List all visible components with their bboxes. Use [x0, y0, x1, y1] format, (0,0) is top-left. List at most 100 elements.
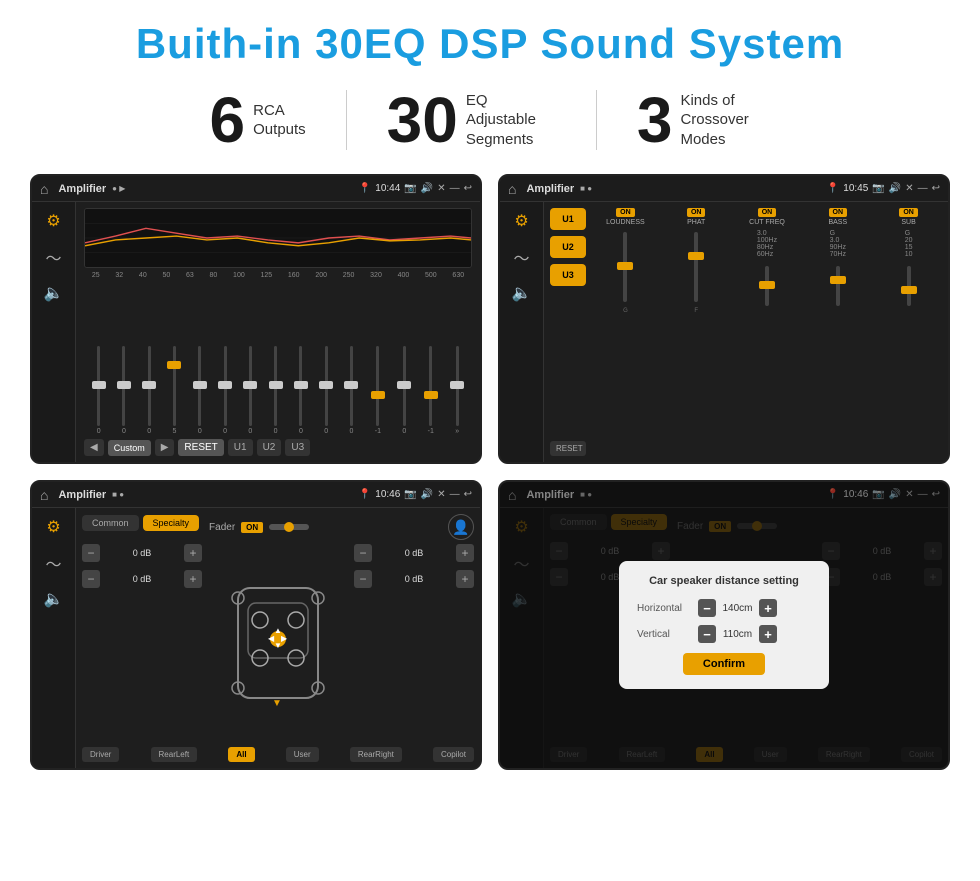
- fader-close-icon[interactable]: ✕: [437, 489, 445, 500]
- db-minus-1[interactable]: −: [82, 544, 100, 562]
- fader-left-controls: − 0 dB + − 0 dB +: [82, 544, 202, 741]
- all-btn[interactable]: All: [228, 747, 254, 762]
- fader-minimize-icon[interactable]: —: [450, 489, 460, 500]
- eq-prev-btn[interactable]: ◀: [84, 439, 104, 456]
- bass-value: G3.090Hz70Hz: [830, 230, 846, 258]
- fader-sidebar-filter[interactable]: ⚙: [40, 516, 68, 538]
- preset-u2[interactable]: U2: [550, 236, 586, 258]
- eq-u3-btn[interactable]: U3: [285, 439, 310, 456]
- rearleft-btn[interactable]: RearLeft: [151, 747, 198, 762]
- dialog-vertical-stepper: − 110cm +: [698, 625, 777, 643]
- cutfreq-on[interactable]: ON: [758, 208, 777, 217]
- phat-fader[interactable]: [694, 232, 698, 302]
- bass-on[interactable]: ON: [829, 208, 848, 217]
- fader-location-icon: 📍: [359, 489, 371, 500]
- fader-15: »: [455, 346, 459, 435]
- tab-specialty[interactable]: Specialty: [143, 515, 200, 531]
- eq-u1-btn[interactable]: U1: [228, 439, 253, 456]
- eq-play-btn[interactable]: ▶: [155, 439, 175, 456]
- dialog-horizontal-plus[interactable]: +: [759, 599, 777, 617]
- sub-on[interactable]: ON: [899, 208, 918, 217]
- db-plus-2[interactable]: +: [184, 570, 202, 588]
- phat-label: PHAT: [687, 219, 705, 226]
- svg-text:▶: ▶: [281, 634, 288, 643]
- fader-screen-body: ⚙ 〜 🔈 Common Specialty Fader ON 👤: [32, 508, 480, 768]
- fader-center: ▲ ▼ ◀ ▶ ▼: [210, 544, 346, 741]
- fader-sidebar-speaker[interactable]: 🔈: [40, 588, 68, 610]
- fader-main: − 0 dB + − 0 dB +: [82, 544, 474, 741]
- fader-13: 0: [402, 346, 406, 435]
- cutfreq-label: CUT FREQ: [749, 219, 785, 226]
- confirm-button[interactable]: Confirm: [683, 653, 765, 675]
- eq-u2-btn[interactable]: U2: [257, 439, 282, 456]
- stat-eq-number: 30: [387, 88, 458, 152]
- eq-sidebar-speaker[interactable]: 🔈: [40, 282, 68, 304]
- copilot-btn[interactable]: Copilot: [433, 747, 474, 762]
- amp-sidebar-filter[interactable]: ⚙: [508, 210, 536, 232]
- sub-fader[interactable]: [907, 266, 911, 306]
- fader-home-icon[interactable]: ⌂: [40, 487, 48, 503]
- db-plus-3[interactable]: +: [456, 544, 474, 562]
- dialog-title: Car speaker distance setting: [637, 575, 811, 587]
- db-plus-1[interactable]: +: [184, 544, 202, 562]
- db-control-3: − 0 dB +: [354, 544, 474, 562]
- loudness-on[interactable]: ON: [616, 208, 635, 217]
- db-minus-4[interactable]: −: [354, 570, 372, 588]
- dialog-vertical-plus[interactable]: +: [759, 625, 777, 643]
- amp-back-icon[interactable]: ↩: [932, 183, 940, 194]
- cutfreq-fader[interactable]: [765, 266, 769, 306]
- driver-btn[interactable]: Driver: [82, 747, 119, 762]
- preset-u1[interactable]: U1: [550, 208, 586, 230]
- amp-home-icon[interactable]: ⌂: [508, 181, 516, 197]
- eq-reset-btn[interactable]: RESET: [178, 439, 223, 456]
- phat-on[interactable]: ON: [687, 208, 706, 217]
- sub-value: G201510: [905, 230, 913, 258]
- fader-sidebar-wave[interactable]: 〜: [40, 552, 68, 574]
- stat-crossover-label: Kinds ofCrossover Modes: [680, 91, 770, 150]
- user-btn[interactable]: User: [286, 747, 319, 762]
- db-plus-4[interactable]: +: [456, 570, 474, 588]
- fader-slider[interactable]: [269, 524, 309, 530]
- db-minus-3[interactable]: −: [354, 544, 372, 562]
- amp-screen-body: ⚙ 〜 🔈 U1 U2 U3 RESET: [500, 202, 948, 462]
- rearright-btn[interactable]: RearRight: [350, 747, 402, 762]
- close-icon[interactable]: ✕: [437, 183, 445, 194]
- loudness-fader[interactable]: [623, 232, 627, 302]
- amp-volume-icon: 🔊: [889, 183, 901, 194]
- db-minus-2[interactable]: −: [82, 570, 100, 588]
- fader-on-badge[interactable]: ON: [241, 522, 263, 533]
- tab-common[interactable]: Common: [82, 515, 139, 531]
- amp-sidebar-wave[interactable]: 〜: [508, 246, 536, 268]
- stats-row: 6 RCAOutputs 30 EQ AdjustableSegments 3 …: [30, 88, 950, 152]
- amp-close-icon[interactable]: ✕: [905, 183, 913, 194]
- fader-label: Fader: [209, 522, 235, 533]
- amp-sidebar-speaker[interactable]: 🔈: [508, 282, 536, 304]
- fader-back-icon[interactable]: ↩: [464, 489, 472, 500]
- db-value-1: 0 dB: [104, 548, 180, 558]
- eq-bottom-controls: ◀ Custom ▶ RESET U1 U2 U3: [84, 439, 472, 456]
- amp-bass: ON BASS G3.090Hz70Hz: [804, 208, 871, 456]
- home-icon[interactable]: ⌂: [40, 181, 48, 197]
- dialog-vertical-minus[interactable]: −: [698, 625, 716, 643]
- dialog-horizontal-minus[interactable]: −: [698, 599, 716, 617]
- page-title: Buith-in 30EQ DSP Sound System: [30, 20, 950, 68]
- back-icon[interactable]: ↩: [464, 183, 472, 194]
- volume-icon: 🔊: [421, 183, 433, 194]
- stat-crossover-number: 3: [637, 88, 673, 152]
- db-value-3: 0 dB: [376, 548, 452, 558]
- amp-reset-btn[interactable]: RESET: [550, 441, 586, 456]
- minimize-icon[interactable]: —: [450, 183, 460, 194]
- dialog-screen: ⌂ Amplifier ■ ● 📍 10:46 📷 🔊 ✕ — ↩ ⚙ 〜: [498, 480, 950, 770]
- bass-label: BASS: [828, 219, 847, 226]
- eq-sidebar-wave[interactable]: 〜: [40, 246, 68, 268]
- amp-minimize-icon[interactable]: —: [918, 183, 928, 194]
- fader-camera-icon: 📷: [404, 489, 416, 500]
- fader-11: 0: [350, 346, 354, 435]
- amp-time: 10:45: [843, 183, 868, 194]
- amp-topbar-icons: 📍 10:45 📷 🔊 ✕ — ↩: [827, 183, 940, 194]
- fader-time: 10:46: [375, 489, 400, 500]
- bass-fader[interactable]: [836, 266, 840, 306]
- preset-u3[interactable]: U3: [550, 264, 586, 286]
- eq-sidebar-filter[interactable]: ⚙: [40, 210, 68, 232]
- fader-1: 0: [97, 346, 101, 435]
